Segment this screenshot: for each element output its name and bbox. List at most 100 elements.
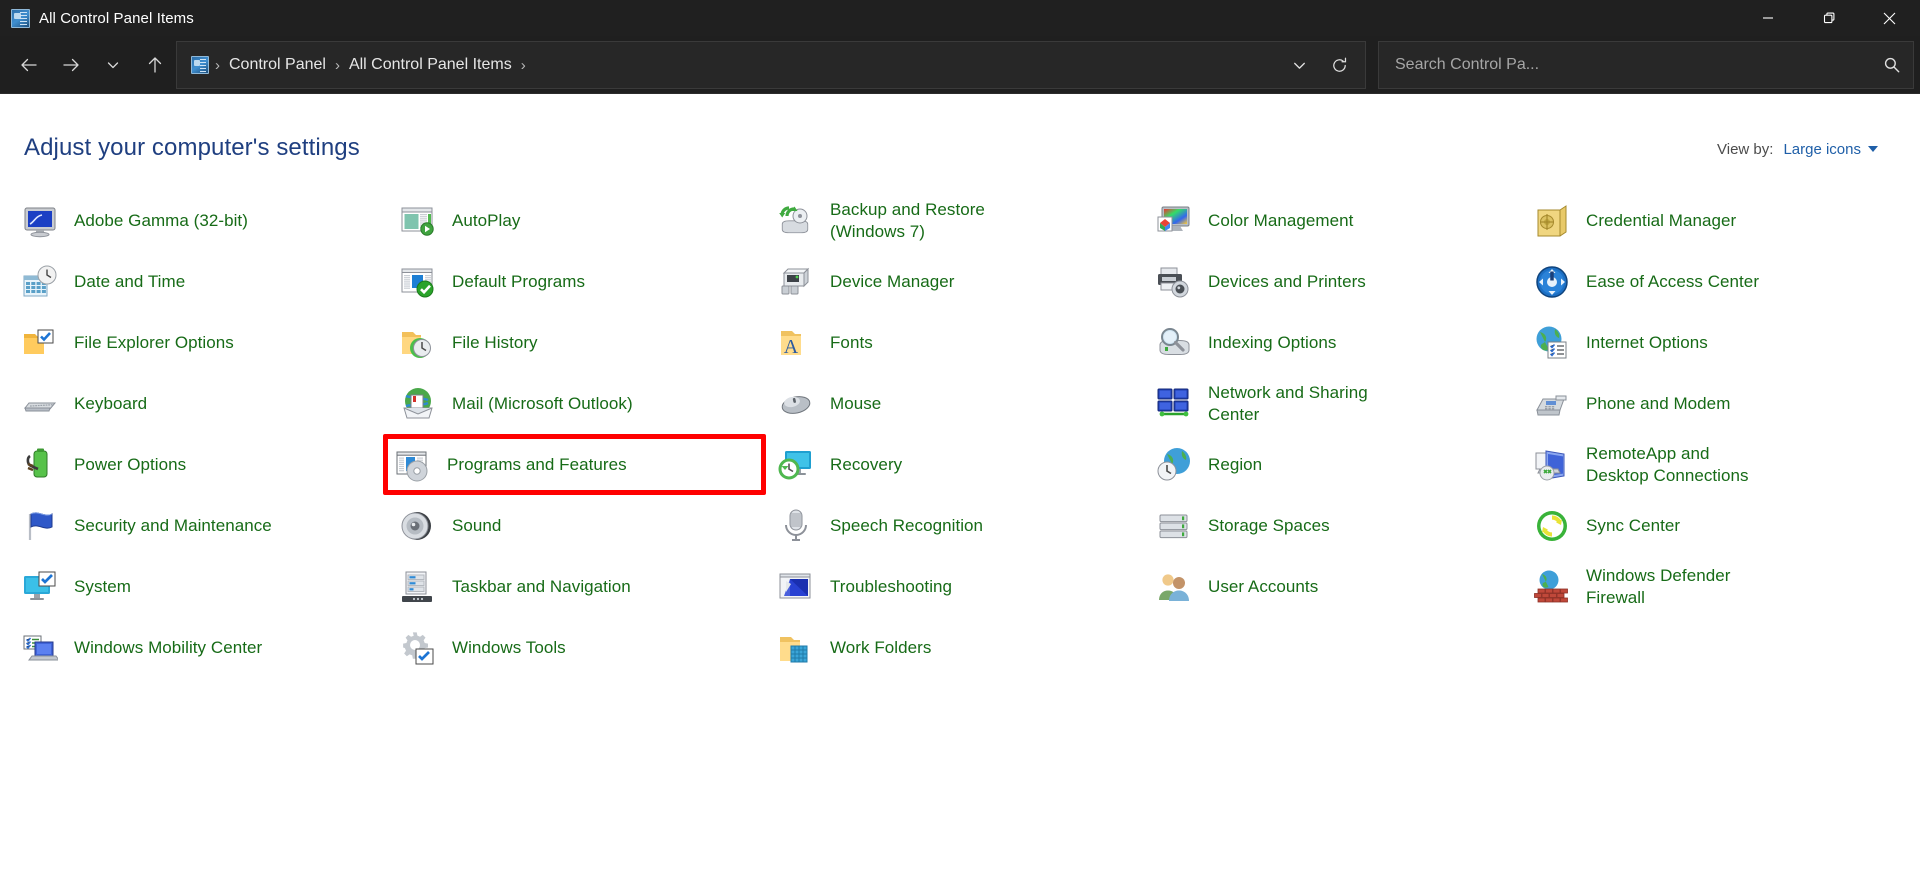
control-panel-item-default-programs[interactable]: Default Programs <box>388 251 766 312</box>
devices-and-printers-icon <box>1156 264 1192 300</box>
user-accounts-icon <box>1156 569 1192 605</box>
control-panel-item-label: System <box>74 576 131 598</box>
programs-and-features-icon <box>395 447 431 483</box>
restore-button[interactable] <box>1798 0 1859 36</box>
sound-icon <box>400 508 436 544</box>
control-panel-item-power-options[interactable]: Power Options <box>10 434 388 495</box>
control-panel-item-windows-mobility-center[interactable]: Windows Mobility Center <box>10 617 388 678</box>
view-by-dropdown[interactable]: Large icons <box>1783 141 1878 158</box>
control-panel-item-mail-microsoft-outlook[interactable]: Mail (Microsoft Outlook) <box>388 373 766 434</box>
close-button[interactable] <box>1859 0 1920 36</box>
control-panel-item-keyboard[interactable]: Keyboard <box>10 373 388 434</box>
control-panel-item-sound[interactable]: Sound <box>388 495 766 556</box>
up-icon[interactable] <box>134 46 176 84</box>
control-panel-item-label: Keyboard <box>74 393 147 415</box>
control-panel-item-mouse[interactable]: Mouse <box>766 373 1144 434</box>
file-explorer-options-icon <box>22 325 58 361</box>
minimize-button[interactable] <box>1737 0 1798 36</box>
control-panel-item-label: Storage Spaces <box>1208 515 1330 537</box>
control-panel-item-phone-and-modem[interactable]: Phone and Modem <box>1522 373 1900 434</box>
control-panel-item-programs-and-features[interactable]: Programs and Features <box>383 434 766 495</box>
mouse-icon <box>778 386 814 422</box>
control-panel-item-user-accounts[interactable]: User Accounts <box>1144 556 1522 617</box>
search-box[interactable] <box>1378 41 1914 89</box>
control-panel-column-3: Backup and Restore (Windows 7) Device Man… <box>766 190 1144 678</box>
control-panel-item-autoplay[interactable]: AutoPlay <box>388 190 766 251</box>
breadcrumb-control-panel-icon <box>191 56 209 74</box>
control-panel-item-label: Work Folders <box>830 637 931 659</box>
region-icon <box>1156 447 1192 483</box>
breadcrumb-item-control-panel[interactable]: Control Panel <box>222 52 333 78</box>
control-panel-item-security-and-maintenance[interactable]: Security and Maintenance <box>10 495 388 556</box>
svg-text:A: A <box>784 336 799 358</box>
search-input[interactable] <box>1395 56 1883 74</box>
view-by-value: Large icons <box>1783 141 1861 158</box>
control-panel-item-label: Taskbar and Navigation <box>452 576 631 598</box>
control-panel-item-label: Speech Recognition <box>830 515 983 537</box>
window-controls <box>1737 0 1920 36</box>
ease-of-access-center-icon <box>1534 264 1570 300</box>
indexing-options-icon <box>1156 325 1192 361</box>
control-panel-item-credential-manager[interactable]: Credential Manager <box>1522 190 1900 251</box>
control-panel-item-label: Backup and Restore (Windows 7) <box>830 199 1020 243</box>
control-panel-item-device-manager[interactable]: Device Manager <box>766 251 1144 312</box>
title-bar-left: All Control Panel Items <box>0 9 194 28</box>
autoplay-icon <box>400 203 436 239</box>
control-panel-item-windows-tools[interactable]: Windows Tools <box>388 617 766 678</box>
previous-locations-chevron-down-icon[interactable] <box>1279 45 1319 85</box>
content-header: Adjust your computer's settings View by:… <box>0 94 1920 162</box>
control-panel-item-backup-and-restore-windows-7[interactable]: Backup and Restore (Windows 7) <box>766 190 1144 251</box>
title-bar: All Control Panel Items <box>0 0 1920 36</box>
phone-and-modem-icon <box>1534 386 1570 422</box>
control-panel-item-label: Recovery <box>830 454 902 476</box>
date-and-time-icon <box>22 264 58 300</box>
control-panel-item-system[interactable]: System <box>10 556 388 617</box>
control-panel-item-troubleshooting[interactable]: Troubleshooting <box>766 556 1144 617</box>
control-panel-item-label: Mouse <box>830 393 881 415</box>
breadcrumb-separator-1: › <box>333 57 342 74</box>
control-panel-item-indexing-options[interactable]: Indexing Options <box>1144 312 1522 373</box>
control-panel-item-network-and-sharing-center[interactable]: Network and Sharing Center <box>1144 373 1522 434</box>
file-history-icon <box>400 325 436 361</box>
control-panel-column-5: Credential ManagerEase of Access CenterI… <box>1522 190 1900 678</box>
control-panel-item-region[interactable]: Region <box>1144 434 1522 495</box>
control-panel-item-sync-center[interactable]: Sync Center <box>1522 495 1900 556</box>
control-panel-item-file-explorer-options[interactable]: File Explorer Options <box>10 312 388 373</box>
control-panel-item-internet-options[interactable]: Internet Options <box>1522 312 1900 373</box>
breadcrumb[interactable]: › Control Panel › All Control Panel Item… <box>176 41 1366 89</box>
refresh-icon[interactable] <box>1319 45 1359 85</box>
mail-outlook-icon <box>400 386 436 422</box>
control-panel-item-color-management[interactable]: Color Management <box>1144 190 1522 251</box>
control-panel-item-label: Power Options <box>74 454 186 476</box>
forward-icon[interactable] <box>50 46 92 84</box>
control-panel-column-4: Color Management Devices and Printers Inde… <box>1144 190 1522 678</box>
remoteapp-and-desktop-connections-icon <box>1534 447 1570 483</box>
control-panel-item-recovery[interactable]: Recovery <box>766 434 1144 495</box>
control-panel-item-taskbar-and-navigation[interactable]: Taskbar and Navigation <box>388 556 766 617</box>
control-panel-item-label: Date and Time <box>74 271 185 293</box>
control-panel-item-label: Devices and Printers <box>1208 271 1366 293</box>
control-panel-item-label: Adobe Gamma (32-bit) <box>74 210 248 232</box>
control-panel-item-speech-recognition[interactable]: Speech Recognition <box>766 495 1144 556</box>
recovery-icon <box>778 447 814 483</box>
recent-locations-chevron-down-icon[interactable] <box>92 46 134 84</box>
breadcrumb-separator-0: › <box>213 57 222 74</box>
control-panel-item-ease-of-access-center[interactable]: Ease of Access Center <box>1522 251 1900 312</box>
control-panel-item-storage-spaces[interactable]: Storage Spaces <box>1144 495 1522 556</box>
control-panel-item-remoteapp-and-desktop-connections[interactable]: RemoteApp and Desktop Connections <box>1522 434 1900 495</box>
control-panel-item-adobe-gamma-32-bit[interactable]: Adobe Gamma (32-bit) <box>10 190 388 251</box>
control-panel-item-label: Security and Maintenance <box>74 515 272 537</box>
control-panel-item-label: Windows Mobility Center <box>74 637 262 659</box>
network-and-sharing-center-icon <box>1156 386 1192 422</box>
search-icon[interactable] <box>1883 56 1901 74</box>
control-panel-item-date-and-time[interactable]: Date and Time <box>10 251 388 312</box>
control-panel-item-windows-defender-firewall[interactable]: Windows Defender Firewall <box>1522 556 1900 617</box>
breadcrumb-item-all-control-panel-items[interactable]: All Control Panel Items <box>342 52 519 78</box>
default-programs-icon <box>400 264 436 300</box>
control-panel-item-file-history[interactable]: File History <box>388 312 766 373</box>
control-panel-item-fonts[interactable]: AFonts <box>766 312 1144 373</box>
back-icon[interactable] <box>8 46 50 84</box>
adobe-gamma-icon <box>22 203 58 239</box>
control-panel-item-devices-and-printers[interactable]: Devices and Printers <box>1144 251 1522 312</box>
control-panel-item-work-folders[interactable]: Work Folders <box>766 617 1144 678</box>
